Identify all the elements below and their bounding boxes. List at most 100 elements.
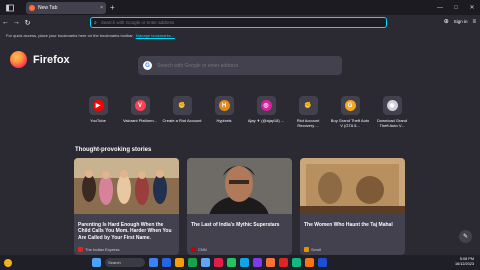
shortcut-tile[interactable]: ▶ YouTube <box>77 96 119 129</box>
shortcut-label: Riot Account Recovery ... <box>296 118 320 128</box>
bookmarks-hint: For quick access, place your bookmarks h… <box>6 32 134 38</box>
forward-button[interactable]: → <box>11 19 22 26</box>
firefox-tab-icon <box>29 4 35 11</box>
search-input[interactable] <box>157 62 337 69</box>
shortcut-icon: ◎ <box>260 100 272 111</box>
shortcut-icon: ✊ <box>176 100 188 111</box>
shortcut-tile[interactable]: ✊ Riot Account Recovery ... <box>287 96 329 129</box>
source-icon <box>78 247 83 252</box>
taskbar-app-icon[interactable] <box>305 258 314 267</box>
taskbar-app-icon[interactable] <box>162 258 171 267</box>
shortcut-icon: G <box>344 100 356 111</box>
clock-date: 16/12/2023 <box>454 261 474 266</box>
url-input[interactable] <box>100 20 351 25</box>
taskbar-app-icon[interactable] <box>266 258 275 267</box>
shortcut-label: YouTube <box>90 118 106 123</box>
back-button[interactable]: ← <box>0 19 11 26</box>
source-icon <box>191 247 196 252</box>
customize-pencil-icon[interactable]: ✎ <box>459 230 472 243</box>
url-bar[interactable]: ⌕ <box>90 17 387 28</box>
taskbar-app-icon[interactable] <box>201 258 210 267</box>
bookmarks-toolbar: For quick access, place your bookmarks h… <box>0 30 480 40</box>
shortcut-label: Download Grand Theft Auto V... <box>376 118 408 128</box>
manage-bookmarks-link[interactable]: Manage bookmarks… <box>136 33 175 38</box>
window-controls: — □ ✕ <box>432 0 480 15</box>
brand: Firefox <box>10 51 70 68</box>
story-image <box>74 158 179 214</box>
shortcut-icon: ▶ <box>92 100 104 111</box>
story-image <box>300 158 405 214</box>
source-label: CNN <box>198 247 207 252</box>
shortcut-label: Valorant Platform... <box>123 118 157 123</box>
story-title: The Last of India's Mythic Superstars <box>191 222 280 228</box>
source-label: The Indian Express <box>85 247 120 252</box>
shortcut-label: Hypixels <box>216 118 232 123</box>
weather-icon[interactable] <box>4 258 12 267</box>
shortcut-icon-tile: V <box>130 96 150 115</box>
nav-toolbar: ← → ↻ ⌕ ⊕ Sign in ≡ <box>0 15 480 30</box>
taskbar-app-icon[interactable] <box>279 258 288 267</box>
shortcut-icon: ✊ <box>302 100 314 111</box>
tab-title: New Tab <box>38 4 58 11</box>
story-source: Scroll <box>304 247 321 252</box>
taskbar-search[interactable]: Search <box>105 258 145 267</box>
shortcut-icon-tile: ✊ <box>298 96 318 115</box>
taskbar-app-icon[interactable] <box>227 258 236 267</box>
search-icon: ⌕ <box>94 19 97 26</box>
new-tab-page: Firefox G ▶ YouTube V Valorant Platform... ✊… <box>0 40 480 255</box>
close-window-button[interactable]: ✕ <box>464 4 480 11</box>
story-card[interactable]: Parenting Is Hard Enough When the Child … <box>74 158 179 255</box>
shortcut-icon-tile: G <box>340 96 360 115</box>
shortcut-icon: H <box>218 100 230 111</box>
firefox-view-icon[interactable] <box>4 2 16 14</box>
search-box[interactable]: G <box>138 56 342 75</box>
story-title: The Women Who Haunt the Taj Mahal <box>304 222 393 228</box>
new-tab-button[interactable]: + <box>110 3 115 12</box>
shortcut-tile[interactable]: G Buy Grand Theft Auto V (GTA 5... <box>329 96 371 129</box>
story-source: CNN <box>191 247 207 252</box>
google-icon: G <box>143 61 152 70</box>
reload-button[interactable]: ↻ <box>22 19 33 27</box>
top-sites: ▶ YouTube V Valorant Platform... ✊ Create a R… <box>77 96 413 129</box>
shortcut-tile[interactable]: ✊ Create a Riot Account <box>161 96 203 129</box>
taskbar-app-icon[interactable] <box>253 258 262 267</box>
shortcut-label: Create a Riot Account <box>162 118 202 123</box>
pocket-icon[interactable]: ⊕ <box>444 18 449 25</box>
firefox-logo-icon <box>10 51 27 68</box>
shortcut-label: Ajay ✈ (@ajay18) ... <box>247 118 285 123</box>
taskbar-app-icon[interactable] <box>214 258 223 267</box>
story-title: Parenting Is Hard Enough When the Child … <box>78 222 172 241</box>
shortcut-tile[interactable]: V Valorant Platform... <box>119 96 161 129</box>
tab-new-tab[interactable]: New Tab × <box>26 1 106 14</box>
taskbar-apps: Search <box>92 258 327 267</box>
shortcut-tile[interactable]: ◉ Download Grand Theft Auto V... <box>371 96 413 129</box>
shortcut-icon: V <box>134 100 146 111</box>
story-cards: Parenting Is Hard Enough When the Child … <box>74 158 405 255</box>
shortcut-icon-tile: ▶ <box>88 96 108 115</box>
close-tab-icon[interactable]: × <box>100 5 103 11</box>
start-icon[interactable] <box>92 258 101 267</box>
story-card[interactable]: The Women Who Haunt the Taj Mahal Scroll <box>300 158 405 255</box>
taskbar-app-icon[interactable] <box>318 258 327 267</box>
shortcut-tile[interactable]: ◎ Ajay ✈ (@ajay18) ... <box>245 96 287 129</box>
taskbar-app-icon[interactable] <box>149 258 158 267</box>
maximize-button[interactable]: □ <box>448 5 464 11</box>
taskbar-app-icon[interactable] <box>292 258 301 267</box>
clock[interactable]: 5:08 PM 16/12/2023 <box>455 257 474 267</box>
windows-taskbar: Search 5:08 PM 16/12/2023 <box>0 255 480 270</box>
minimize-button[interactable]: — <box>432 5 448 11</box>
taskbar-app-icon[interactable] <box>175 258 184 267</box>
shortcut-icon-tile: ✊ <box>172 96 192 115</box>
menu-icon[interactable]: ≡ <box>472 19 476 25</box>
sign-in-button[interactable]: Sign in <box>454 19 468 24</box>
taskbar-app-icon[interactable] <box>188 258 197 267</box>
story-image <box>187 158 292 240</box>
story-card[interactable]: The Last of India's Mythic Superstars CN… <box>187 158 292 255</box>
shortcut-icon: ◉ <box>386 100 398 111</box>
shortcut-tile[interactable]: H Hypixels <box>203 96 245 129</box>
source-label: Scroll <box>311 247 322 252</box>
taskbar-app-icon[interactable] <box>240 258 249 267</box>
shortcut-icon-tile: ◎ <box>256 96 276 115</box>
shortcut-icon-tile: ◉ <box>382 96 402 115</box>
shortcut-icon-tile: H <box>214 96 234 115</box>
